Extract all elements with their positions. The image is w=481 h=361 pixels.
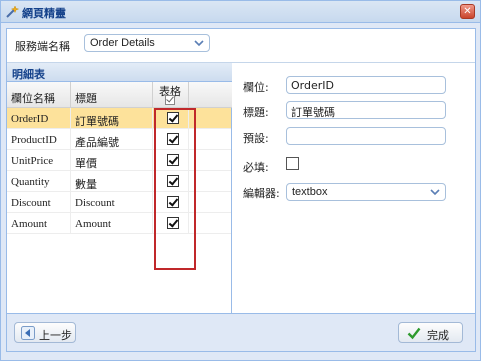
cell-field-name: ProductID [7,129,71,150]
cell-field-name: Amount [7,213,71,234]
wizard-wand-icon [6,5,19,18]
field-name-text: Quantity [11,176,50,188]
chevron-down-icon [194,40,204,47]
detail-panel-title: 明細表 [12,68,45,81]
field-label: 欄位: [243,81,269,94]
cell-field-name: Quantity [7,171,71,192]
property-panel: 欄位: OrderID 標題: 訂單號碼 預設: 必填: 編輯器: textbo… [233,63,475,313]
service-select[interactable]: Order Details [84,34,210,52]
title-bar: 網頁精靈 ✕ [1,1,480,23]
cell-caption: 單價 [71,150,153,171]
cell-field-name: Discount [7,192,71,213]
default-label: 預設: [243,132,269,145]
field-input[interactable]: OrderID [286,76,446,94]
table-row[interactable]: ProductID 產品編號 [7,129,231,150]
cell-caption: Discount [71,192,153,213]
column-header-table[interactable]: 表格 [153,82,189,108]
caption-text: 產品編號 [75,136,119,149]
caption-text: 單價 [75,157,97,170]
table-row[interactable]: OrderID 訂單號碼 [7,108,231,129]
cell-caption: 數量 [71,171,153,192]
cell-caption: 產品編號 [71,129,153,150]
editor-label: 編輯器: [243,187,280,200]
service-row: 服務端名稱 Order Details [7,29,475,63]
service-label: 服務端名稱 [15,40,70,53]
caption-text: Discount [75,197,115,209]
finish-button[interactable]: 完成 [398,322,463,343]
close-button[interactable]: ✕ [460,4,475,19]
cell-field-name: OrderID [7,108,71,129]
cell-field-name: UnitPrice [7,150,71,171]
back-button-label: 上一步 [39,329,72,342]
back-button[interactable]: 上一步 [14,322,76,343]
table-row[interactable]: Amount Amount [7,213,231,234]
table-column-highlight [154,108,196,270]
field-name-text: UnitPrice [11,155,54,167]
cell-caption: 訂單號碼 [71,108,153,129]
table-select-all-checkbox[interactable] [165,95,175,105]
table-row[interactable]: Quantity 數量 [7,171,231,192]
required-checkbox[interactable] [286,157,299,170]
caption-input[interactable]: 訂單號碼 [286,101,446,119]
detail-panel: 明細表 欄位名稱 標題 表格 OrderID 訂單號碼 ProductID 產品編號 U… [7,63,232,313]
check-icon [407,327,421,340]
wizard-window: 網頁精靈 ✕ 服務端名稱 Order Details 明細表 欄位名稱 標題 表… [0,0,481,361]
caption-text: Amount [75,218,112,230]
field-name-text: OrderID [11,113,49,125]
column-header-filler [189,82,232,108]
required-label: 必填: [243,161,269,174]
close-icon: ✕ [463,6,472,17]
service-select-value: Order Details [90,37,155,49]
field-name-text: ProductID [11,134,57,146]
wizard-body: 服務端名稱 Order Details 明細表 欄位名稱 標題 表格 Order… [6,28,476,352]
caption-text: 訂單號碼 [75,115,119,128]
table-row[interactable]: UnitPrice 單價 [7,150,231,171]
finish-button-label: 完成 [427,329,449,342]
window-title: 網頁精靈 [22,7,66,20]
back-arrow-icon [21,326,35,340]
field-name-text: Amount [11,218,48,230]
cell-caption: Amount [71,213,153,234]
detail-panel-header: 明細表 [7,63,232,82]
column-header-caption[interactable]: 標題 [71,82,153,108]
wizard-footer: 上一步 完成 [7,313,475,351]
caption-label: 標題: [243,106,269,119]
field-name-text: Discount [11,197,51,209]
default-input[interactable] [286,127,446,145]
caption-text: 數量 [75,178,97,191]
editor-select[interactable]: textbox [286,183,446,201]
table-row[interactable]: Discount Discount [7,192,231,213]
chevron-down-icon [430,189,440,196]
column-header-field-name[interactable]: 欄位名稱 [7,82,71,108]
